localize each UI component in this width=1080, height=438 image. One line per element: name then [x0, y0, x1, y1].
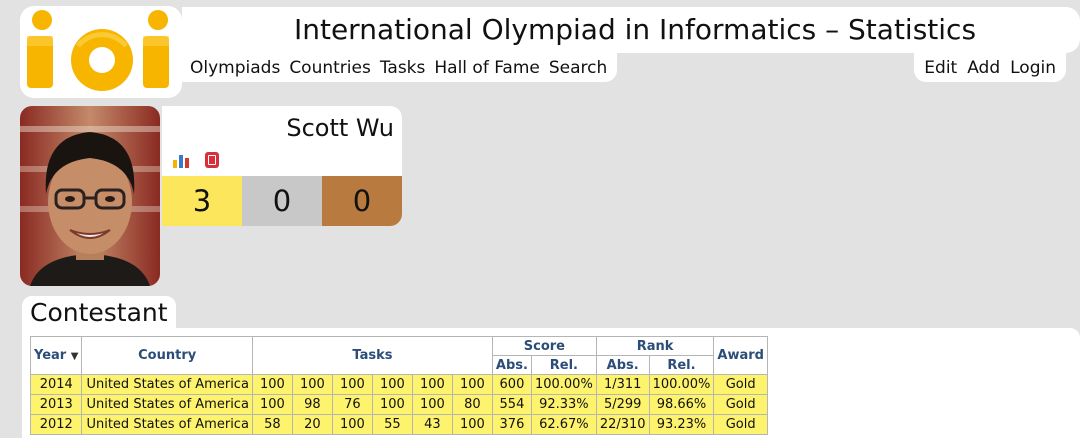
name-card: Scott Wu [162, 106, 402, 148]
cell-task-score[interactable]: 55 [371, 414, 413, 435]
cell-score-abs: 376 [491, 414, 532, 435]
cell-country[interactable]: United States of America [81, 414, 253, 435]
cell-task-score[interactable]: 100 [251, 374, 293, 395]
nav-add[interactable]: Add [967, 58, 1000, 78]
cell-task-score[interactable]: 80 [451, 394, 493, 415]
cell-rank-abs: 22/310 [595, 414, 650, 435]
column-year-label: Year [34, 348, 67, 363]
column-score: Score [491, 336, 597, 356]
cell-award: Gold [713, 414, 768, 435]
cell-task-score[interactable]: 100 [251, 394, 293, 415]
column-year[interactable]: Year ▼ [29, 336, 83, 375]
cell-task-score[interactable]: 58 [251, 414, 293, 435]
cell-task-score[interactable]: 100 [451, 374, 493, 395]
column-award: Award [713, 336, 768, 375]
cell-country[interactable]: United States of America [81, 374, 253, 395]
cell-task-score[interactable]: 98 [291, 394, 333, 415]
cell-score-abs: 554 [491, 394, 532, 415]
column-score-rel: Rel. [530, 355, 597, 375]
table-row: 2012 United States of America 58 20 100 … [29, 414, 768, 435]
silver-medal-count: 0 [242, 176, 322, 226]
cell-score-rel: 62.67% [530, 414, 597, 435]
column-tasks: Tasks [251, 336, 493, 375]
cell-score-abs: 600 [491, 374, 532, 395]
title-bar: International Olympiad in Informatics – … [182, 7, 1080, 53]
cell-task-score[interactable]: 100 [291, 374, 333, 395]
bar-chart-icon[interactable] [172, 152, 192, 172]
nav-hall-of-fame[interactable]: Hall of Fame [434, 58, 540, 78]
cell-year[interactable]: 2012 [29, 414, 83, 435]
phone-card-icon[interactable] [204, 151, 220, 173]
nav-login[interactable]: Login [1010, 58, 1056, 78]
profile-icons [162, 148, 402, 176]
medal-counts: 3 0 0 [162, 176, 402, 226]
column-score-abs: Abs. [491, 355, 532, 375]
cell-task-score[interactable]: 100 [331, 374, 373, 395]
column-rank-rel: Rel. [648, 355, 715, 375]
cell-score-rel: 100.00% [530, 374, 597, 395]
column-rank-abs: Abs. [595, 355, 650, 375]
cell-task-score[interactable]: 100 [411, 394, 453, 415]
table-row: 2014 United States of America 100 100 10… [29, 374, 768, 395]
cell-task-score[interactable]: 100 [371, 394, 413, 415]
cell-rank-abs: 5/299 [595, 394, 650, 415]
cell-rank-rel: 98.66% [648, 394, 715, 415]
table-row: 2013 United States of America 100 98 76 … [29, 394, 768, 415]
cell-task-score[interactable]: 100 [411, 374, 453, 395]
cell-year[interactable]: 2014 [29, 374, 83, 395]
ioi-logo[interactable] [20, 6, 182, 98]
cell-task-score[interactable]: 43 [411, 414, 453, 435]
cell-task-score[interactable]: 100 [451, 414, 493, 435]
nav-edit[interactable]: Edit [924, 58, 957, 78]
gold-medal-count: 3 [162, 176, 242, 226]
user-nav: Edit Add Login [914, 53, 1066, 82]
cell-task-score[interactable]: 100 [331, 414, 373, 435]
cell-score-rel: 92.33% [530, 394, 597, 415]
cell-rank-rel: 100.00% [648, 374, 715, 395]
ioi-logo-graphic [27, 10, 169, 91]
cell-task-score[interactable]: 100 [371, 374, 413, 395]
section-title: Contestant [22, 296, 176, 328]
sort-down-icon: ▼ [70, 351, 79, 362]
cell-task-score[interactable]: 76 [331, 394, 373, 415]
cell-country[interactable]: United States of America [81, 394, 253, 415]
cell-task-score[interactable]: 20 [291, 414, 333, 435]
cell-rank-abs: 1/311 [595, 374, 650, 395]
contestant-name: Scott Wu [286, 114, 394, 142]
cell-rank-rel: 93.23% [648, 414, 715, 435]
nav-search[interactable]: Search [549, 58, 607, 78]
column-country: Country [81, 336, 253, 375]
nav-olympiads[interactable]: Olympiads [190, 58, 280, 78]
nav-countries[interactable]: Countries [289, 58, 371, 78]
main-nav: Olympiads Countries Tasks Hall of Fame S… [182, 53, 618, 82]
page-title: International Olympiad in Informatics – … [293, 13, 977, 46]
column-rank: Rank [595, 336, 715, 356]
nav-tasks[interactable]: Tasks [380, 58, 426, 78]
cell-award: Gold [713, 374, 768, 395]
cell-year[interactable]: 2013 [29, 394, 83, 415]
contestant-section: Year ▼ Country Tasks Score Rank Award Ab… [22, 328, 1080, 438]
bronze-medal-count: 0 [322, 176, 402, 226]
results-table: Year ▼ Country Tasks Score Rank Award Ab… [29, 336, 768, 435]
contestant-photo [20, 106, 160, 286]
cell-award: Gold [713, 394, 768, 415]
